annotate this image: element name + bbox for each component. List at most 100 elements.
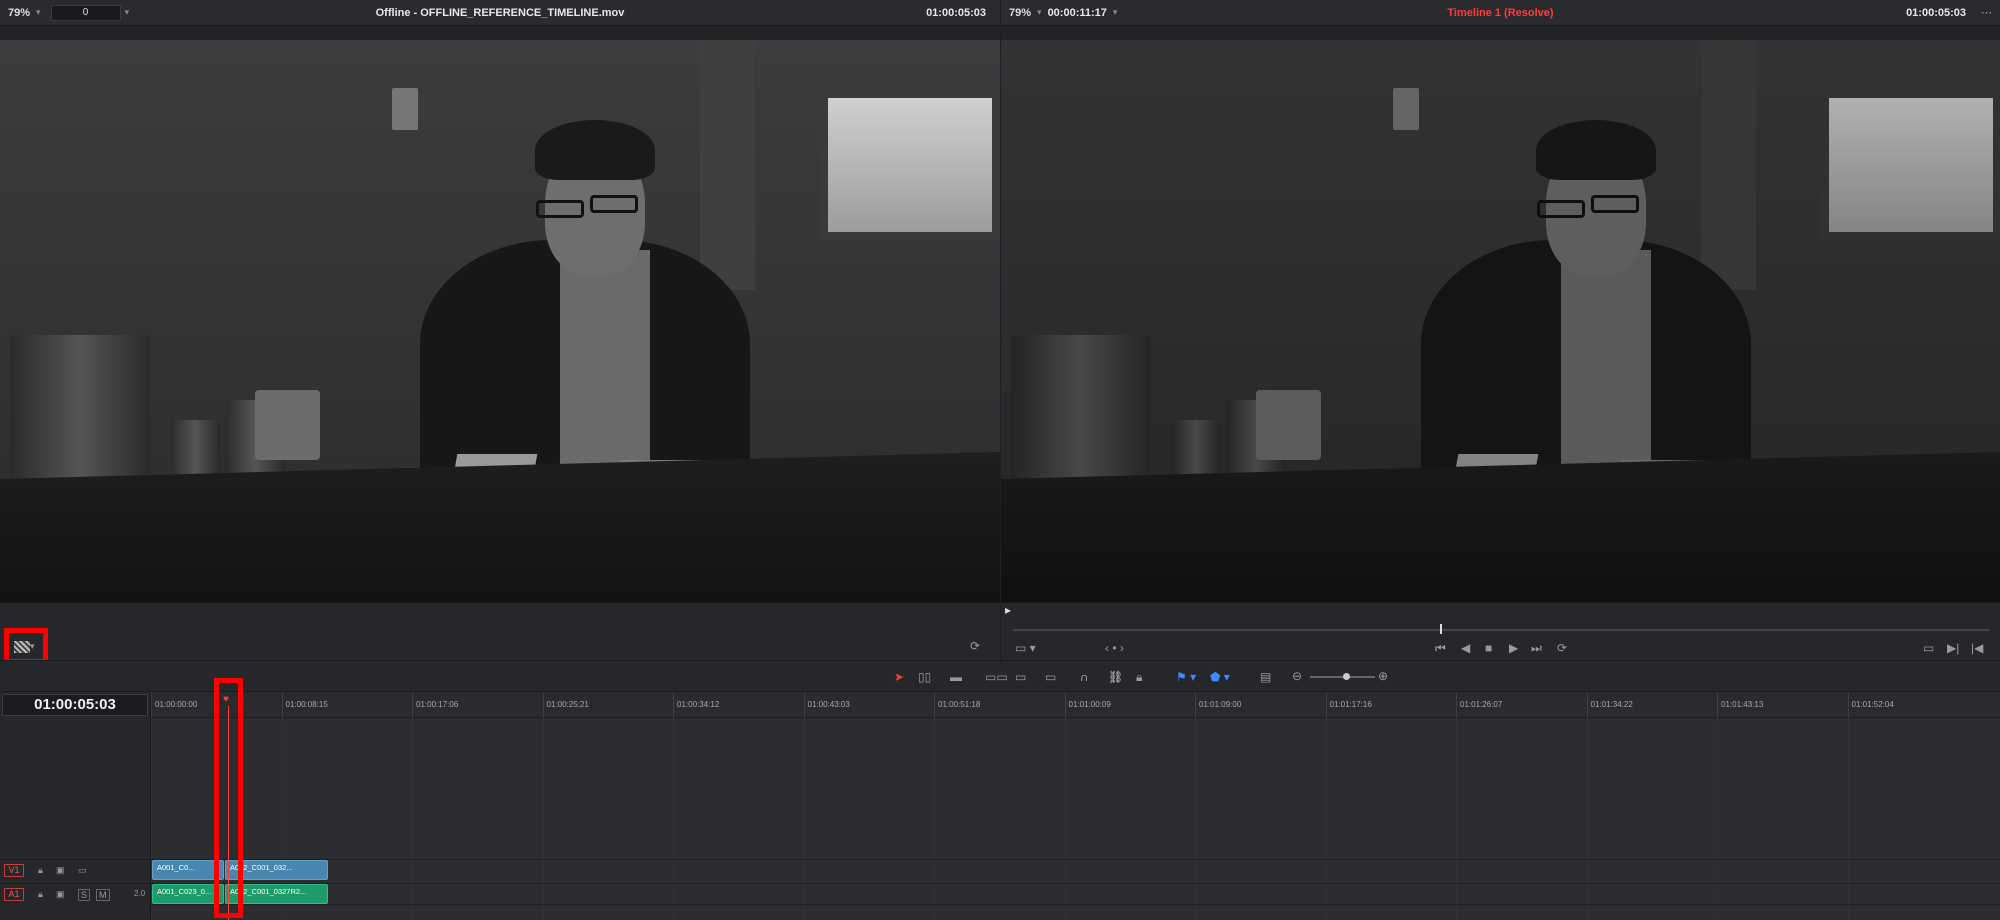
- track-label-v1[interactable]: V1: [4, 864, 24, 877]
- ruler-tick-line: [1456, 692, 1457, 718]
- more-options-icon[interactable]: ⋯: [1981, 6, 1992, 19]
- clip-name: A001_C0...: [157, 863, 195, 872]
- play-icon[interactable]: ▶: [1509, 641, 1518, 655]
- transform-icon[interactable]: ▭ ▾: [1015, 641, 1036, 655]
- video-frame-image: [0, 40, 1000, 602]
- clip-name: A001_C023_0...: [157, 887, 212, 896]
- timeline-viewer-header: 79% ▾ 00:00:11:17 ▾ Timeline 1 (Resolve)…: [1001, 0, 2000, 26]
- ruler-tick-line: [803, 692, 805, 718]
- timeline-duration-timecode: 00:00:11:17: [1047, 6, 1107, 19]
- video-frame-image: [1001, 40, 2000, 602]
- solo-button[interactable]: S: [78, 889, 91, 901]
- timeline-current-timecode[interactable]: 01:00:05:03: [2, 694, 148, 716]
- highlight-box-viewer-mode: [4, 628, 48, 664]
- ruler-tick-line: [1195, 692, 1196, 718]
- replace-clip-icon[interactable]: ▭: [1045, 670, 1056, 684]
- loop-icon[interactable]: ⟳: [970, 639, 980, 653]
- video-track-header-v1: V1 🔒︎ ▣ ▭: [0, 859, 151, 881]
- ruler-tick-label: 01:01:26:07: [1460, 700, 1503, 709]
- play-reverse-icon[interactable]: ◀: [1461, 641, 1470, 655]
- lock-icon[interactable]: 🔒︎: [38, 889, 43, 900]
- ruler-tick-label: 01:01:17:16: [1329, 700, 1372, 709]
- blade-tool-icon[interactable]: ▬: [950, 670, 962, 684]
- ruler-tick-label: 01:00:43:03: [807, 700, 850, 709]
- snapping-icon[interactable]: ∩: [1080, 670, 1089, 684]
- ruler-tick-label: 01:01:00:09: [1068, 700, 1111, 709]
- skip-to-start-icon[interactable]: ⏮: [1435, 641, 1446, 655]
- highlight-box-playhead: [214, 678, 243, 918]
- lock-icon[interactable]: 🔒︎: [38, 865, 43, 876]
- marker-icon[interactable]: ⬟ ▾: [1210, 670, 1230, 684]
- lock-icon[interactable]: 🔒︎: [1136, 670, 1142, 684]
- timeline-title[interactable]: Timeline 1 (Resolve): [1001, 7, 2000, 19]
- insert-clip-icon[interactable]: ▭▭: [985, 670, 1008, 684]
- prev-frame-icon[interactable]: |◀: [1971, 641, 1983, 655]
- scrubber-playhead[interactable]: [1440, 624, 1442, 634]
- track-row-v1: [151, 859, 2000, 881]
- ruler-tick-line: [1717, 692, 1718, 718]
- zoom-in-icon[interactable]: ⊕: [1378, 669, 1388, 683]
- link-icon[interactable]: ⛓: [1108, 670, 1123, 684]
- channel-format: 2.0: [134, 889, 146, 898]
- source-offset-field[interactable]: 0: [50, 4, 121, 21]
- ruler-tick-label: 01:00:25:21: [546, 700, 589, 709]
- audio-track-header-a1: A1 🔒︎ ▣ S M 2.0: [0, 883, 151, 905]
- timeline-track-headers: 01:00:05:03 V1 🔒︎ ▣ ▭ A1 🔒︎ ▣ S M 2.0: [0, 692, 151, 920]
- loop-icon[interactable]: ⟳: [1557, 641, 1567, 655]
- chevron-down-icon[interactable]: ▾: [36, 7, 41, 18]
- source-zoom-level[interactable]: 79%: [8, 7, 30, 19]
- timeline-area[interactable]: 01:00:00:00 01:00:08:15 01:00:17:06 01:00:2…: [151, 692, 2000, 920]
- ruler-tick-line: [1064, 692, 1066, 718]
- ruler-tick-line: [412, 692, 413, 718]
- timeline-timecode: 01:00:05:03: [1906, 6, 1966, 19]
- ruler-tick-label: 01:01:52:04: [1851, 700, 1894, 709]
- chevron-down-icon[interactable]: ▾: [1113, 7, 1118, 18]
- jog-control-icon[interactable]: ‹ • ›: [1105, 641, 1124, 655]
- source-viewer-header: 79% ▾ 0 ▾ Offline - OFFLINE_REFERENCE_TI…: [0, 0, 1000, 26]
- trim-tool-icon[interactable]: ▯▯: [918, 670, 931, 684]
- ruler-tick-line: [934, 692, 935, 718]
- source-video-frame: [0, 40, 1000, 602]
- timeline-viewer[interactable]: [1001, 26, 2000, 602]
- timeline-zoom-level[interactable]: 79%: [1009, 7, 1031, 19]
- ruler-tick-label: 01:00:51:18: [938, 700, 981, 709]
- play-forward-icon[interactable]: ▸: [1005, 603, 1011, 617]
- track-enable-icon[interactable]: ▭: [78, 865, 87, 876]
- ruler-tick-line: [281, 692, 283, 718]
- ruler-tick-line: [673, 692, 674, 718]
- skip-to-end-icon[interactable]: ⏭: [1531, 641, 1542, 655]
- track-label-a1[interactable]: A1: [4, 888, 24, 901]
- ruler-tick-line: [542, 692, 544, 718]
- match-frame-icon[interactable]: ▭: [1923, 641, 1934, 655]
- auto-select-icon[interactable]: ▣: [56, 889, 65, 900]
- ruler-tick-label: 01:01:34:22: [1590, 700, 1633, 709]
- timeline-video-frame: [1001, 40, 2000, 602]
- ruler-tick-label: 01:01:09:00: [1199, 700, 1242, 709]
- stop-icon[interactable]: ■: [1485, 641, 1492, 655]
- zoom-out-icon[interactable]: ⊖: [1292, 669, 1302, 683]
- ruler-tick-line: [151, 692, 152, 718]
- source-timecode: 01:00:05:03: [926, 6, 986, 19]
- mute-button[interactable]: M: [96, 889, 110, 901]
- selection-arrow-icon[interactable]: ➤: [894, 670, 904, 684]
- ruler-tick-label: 01:00:34:12: [677, 700, 720, 709]
- zoom-slider-handle[interactable]: [1343, 673, 1350, 680]
- next-frame-icon[interactable]: ▶|: [1947, 641, 1959, 655]
- source-viewer-controls: ▾ ⟳: [0, 602, 1000, 660]
- scrubber-bar[interactable]: [1013, 629, 1989, 631]
- chevron-down-icon[interactable]: ▾: [125, 7, 130, 18]
- flag-icon[interactable]: ⚑ ▾: [1176, 670, 1196, 684]
- timeline-ruler[interactable]: 01:00:00:00 01:00:08:15 01:00:17:06 01:00:2…: [151, 692, 2000, 718]
- ruler-tick-line: [1325, 692, 1327, 718]
- timeline-view-options-icon[interactable]: ▤: [1260, 670, 1271, 684]
- timeline-viewer-controls: ▸ ▭ ▾ ‹ • › ⏮ ◀ ■ ▶ ⏭ ⟳ ▭ ▶| |◀: [1001, 602, 2000, 660]
- edit-toolbar: ➤ ▯▯ ▬ ▭▭ ▭ ▭ ∩ ⛓ 🔒︎ ⚑ ▾ ⬟ ▾ ▤ ⊖ ⊕: [0, 660, 2000, 692]
- ruler-tick-label: 01:00:00:00: [155, 700, 198, 709]
- auto-select-icon[interactable]: ▣: [56, 865, 65, 876]
- chevron-down-icon[interactable]: ▾: [1037, 7, 1042, 18]
- source-viewer[interactable]: [0, 26, 1000, 602]
- ruler-tick-line: [1586, 692, 1588, 718]
- ruler-tick-label: 01:00:08:15: [285, 700, 328, 709]
- ruler-tick-label: 01:01:43:13: [1721, 700, 1764, 709]
- overwrite-clip-icon[interactable]: ▭: [1015, 670, 1026, 684]
